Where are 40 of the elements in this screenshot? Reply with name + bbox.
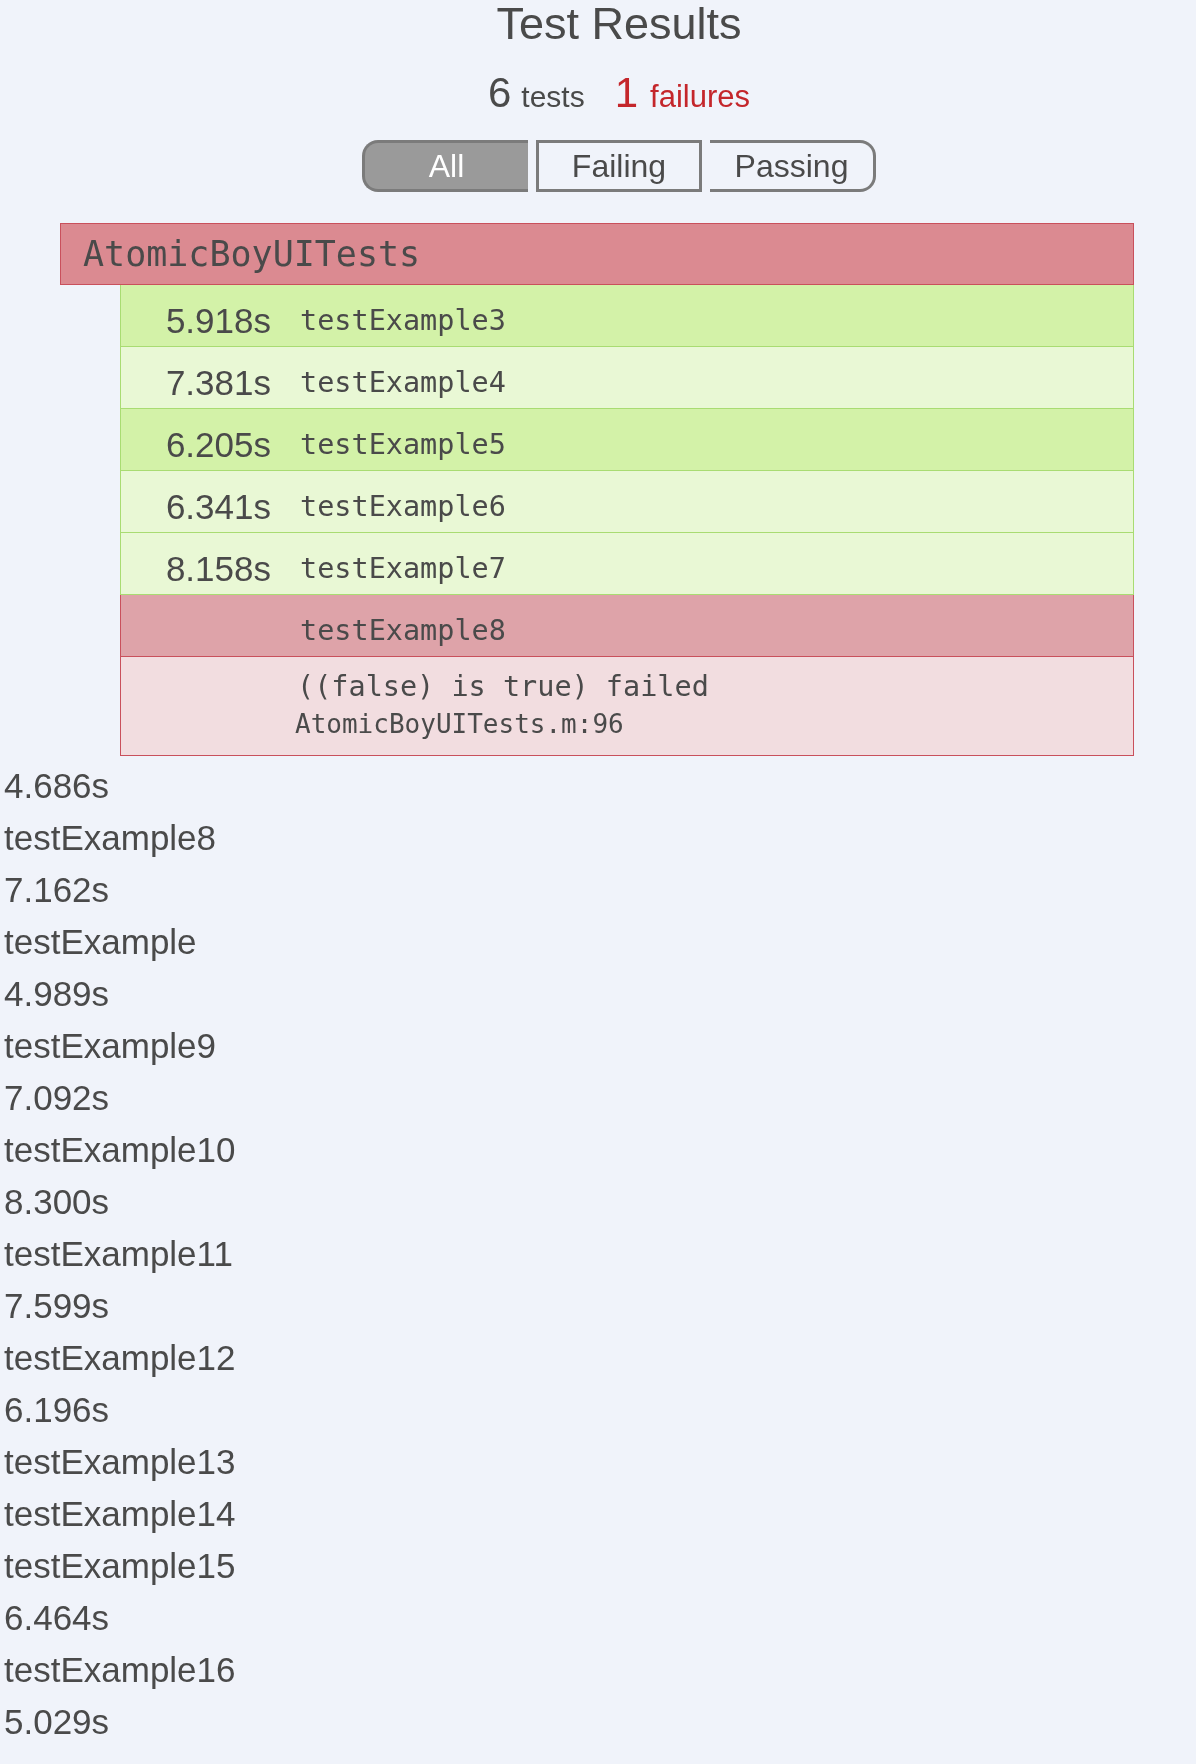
test-name-text: testExample15	[4, 1545, 236, 1587]
test-duration: 6.205s	[165, 423, 271, 466]
test-name: testExample4	[300, 364, 506, 401]
test-name-text: testExample8	[4, 817, 217, 859]
test-duration: 7.381s	[165, 361, 271, 404]
test-name: testExample7	[300, 550, 506, 587]
test-name-text: testExample12	[4, 1337, 236, 1379]
filter-tab[interactable]: Passing	[710, 140, 876, 192]
duration-text: 7.599s	[4, 1285, 110, 1327]
test-name-text: testExample13	[4, 1441, 236, 1483]
duration-text: 7.162s	[4, 869, 110, 911]
page-title: Test Results	[496, 0, 742, 48]
duration-text: 7.092s	[4, 1077, 110, 1119]
test-name-text: testExample14	[4, 1493, 236, 1535]
test-name-text: testExample11	[4, 1233, 233, 1275]
failure-count: 1	[614, 70, 639, 116]
failure-message: ((false) is true) failed	[297, 669, 709, 705]
duration-text: 4.989s	[4, 973, 110, 1015]
test-name-text: testExample10	[4, 1129, 236, 1171]
failure-location: AtomicBoyUITests.m:96	[295, 708, 624, 741]
test-duration: 5.918s	[165, 299, 271, 342]
test-name-text: testExample	[4, 921, 197, 963]
duration-text: 6.196s	[4, 1389, 110, 1431]
test-duration: 6.341s	[165, 485, 271, 528]
test-name: testExample8	[300, 612, 506, 649]
duration-text: 5.029s	[4, 1701, 110, 1743]
test-name: testExample3	[300, 302, 506, 339]
test-count-label: tests	[521, 80, 585, 114]
duration-text: 8.300s	[4, 1181, 110, 1223]
test-name-text: testExample16	[4, 1649, 236, 1691]
failure-count-label: failures	[650, 79, 750, 115]
filter-tab[interactable]: Failing	[536, 140, 702, 192]
duration-text: 6.464s	[4, 1597, 110, 1639]
test-name: testExample6	[300, 488, 506, 525]
test-duration: 8.158s	[165, 547, 271, 590]
test-name: testExample5	[300, 426, 506, 463]
test-count: 6	[488, 70, 512, 116]
duration-text: 4.686s	[4, 765, 110, 807]
suite-header: AtomicBoyUITests	[60, 223, 1134, 285]
test-name-text: testExample9	[4, 1025, 217, 1067]
